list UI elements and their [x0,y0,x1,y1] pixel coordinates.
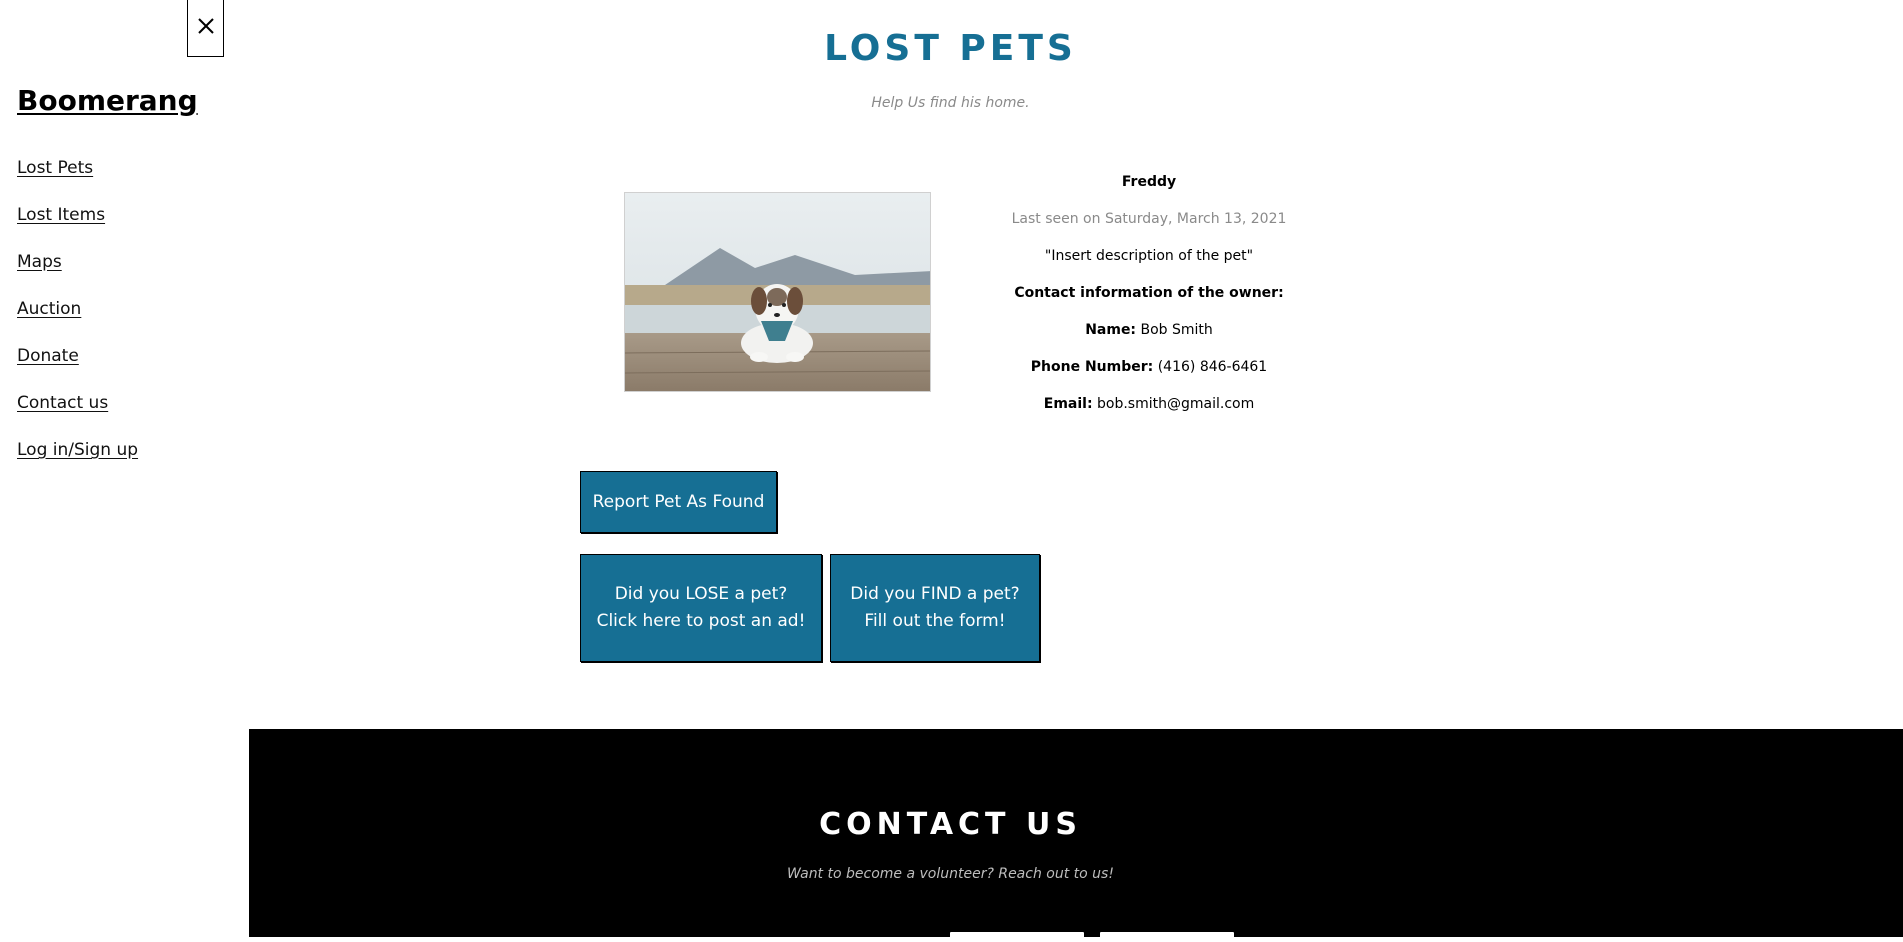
owner-email-label: Email: [1043,396,1093,412]
owner-name-label: Name: [1085,322,1137,338]
sidebar-nav: Lost Pets Lost Items Maps Auction Donate… [17,156,138,485]
pet-description: "Insert description of the pet" [1044,248,1254,264]
owner-phone-value: (416) 846-6461 [1157,359,1268,375]
lost-pet-post-ad-button[interactable]: Did you LOSE a pet? Click here to post a… [580,554,822,662]
sidebar-item-contact-us[interactable]: Contact us [17,391,138,438]
found-pet-button-line1: Did you FIND a pet? [850,584,1020,604]
contact-section: CONTACT US Want to become a volunteer? R… [249,729,1903,942]
sidebar-item-login-signup[interactable]: Log in/Sign up [17,438,138,485]
page-subtitle: Help Us find his home. [871,95,1030,111]
sidebar-item-maps[interactable]: Maps [17,250,138,297]
found-pet-button-line2: Fill out the form! [864,611,1006,631]
pet-photo [624,192,931,392]
contact-subtitle: Want to become a volunteer? Reach out to… [787,866,1114,882]
contact-title: CONTACT US [819,807,1082,842]
close-sidebar-button[interactable] [187,0,224,57]
sidebar-item-lost-items[interactable]: Lost Items [17,203,138,250]
owner-phone-label: Phone Number: [1030,359,1154,375]
page-title: LOST PETS [824,28,1077,69]
pet-name: Freddy [1121,174,1177,190]
close-icon [196,16,216,40]
found-pet-form-button[interactable]: Did you FIND a pet? Fill out the form! [830,554,1040,662]
main-content: LOST PETS Help Us find his home. Freddy … [249,0,1903,942]
lost-pet-button-line1: Did you LOSE a pet? [614,584,788,604]
report-pet-found-button[interactable]: Report Pet As Found [580,471,777,533]
contact-email-input[interactable] [1100,932,1234,942]
sidebar-item-donate[interactable]: Donate [17,344,138,391]
sidebar-item-auction[interactable]: Auction [17,297,138,344]
owner-email: Email: bob.smith@gmail.com [984,394,1314,431]
lost-pet-button-line2: Click here to post an ad! [596,611,806,631]
owner-phone: Phone Number: (416) 846-6461 [984,357,1314,394]
pet-details: Freddy Last seen on Saturday, March 13, … [984,172,1314,431]
owner-contact-heading: Contact information of the owner: [1014,285,1284,301]
pet-last-seen: Last seen on Saturday, March 13, 2021 [1011,211,1287,227]
sidebar-item-lost-pets[interactable]: Lost Pets [17,156,138,203]
sidebar: Boomerang Lost Pets Lost Items Maps Auct… [0,0,249,937]
owner-email-value[interactable]: bob.smith@gmail.com [1097,396,1254,412]
owner-name: Name: Bob Smith [984,320,1314,357]
owner-name-value: Bob Smith [1140,322,1213,338]
dog-photo-image [625,193,930,391]
contact-name-input[interactable] [950,932,1084,942]
brand-link[interactable]: Boomerang [17,84,198,117]
